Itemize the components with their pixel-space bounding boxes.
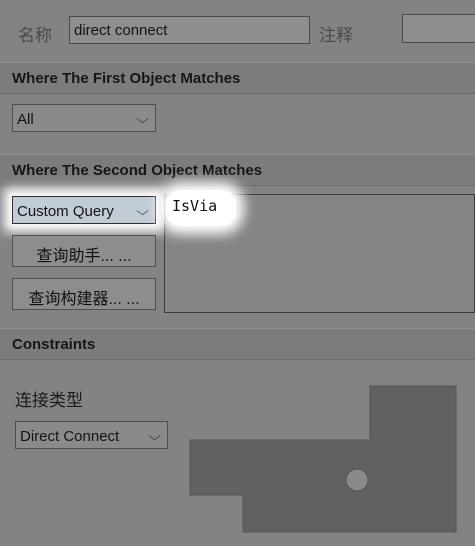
pad-shape <box>189 385 457 533</box>
query-text-overlay: IsVia <box>172 197 218 215</box>
via-hole <box>345 468 369 492</box>
connection-diagram <box>189 385 457 533</box>
